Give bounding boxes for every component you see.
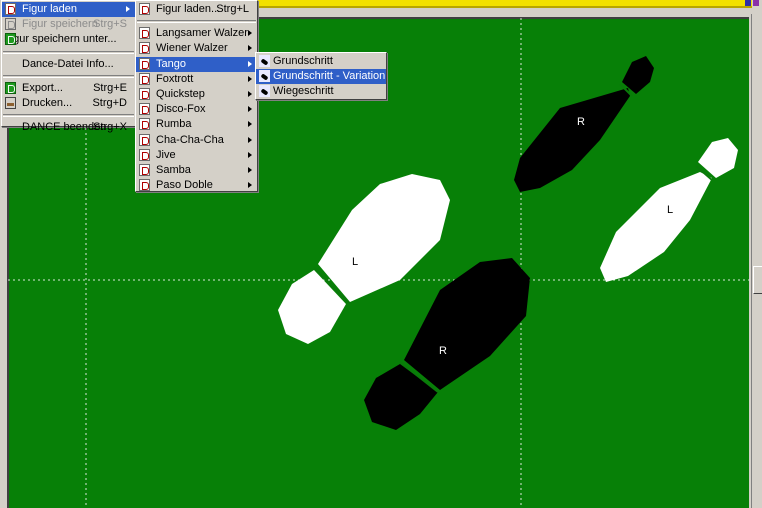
menu-item-label: Foxtrott bbox=[156, 72, 194, 85]
menu-item-jive[interactable]: Jive bbox=[136, 148, 257, 163]
menu-separator bbox=[3, 50, 134, 54]
submenu-arrow-icon bbox=[126, 6, 130, 12]
dance-folder-icon bbox=[139, 72, 150, 85]
save-as-icon bbox=[5, 33, 16, 46]
menu-item-label: Grundschritt - Variation bbox=[273, 70, 386, 83]
menu-separator bbox=[137, 20, 256, 24]
menu-item-label: Tango bbox=[156, 57, 186, 70]
submenu-arrow-icon bbox=[248, 182, 252, 189]
submenu-arrow-icon bbox=[248, 45, 252, 52]
dance-folder-icon bbox=[139, 42, 150, 55]
submenu-arrow-icon bbox=[248, 106, 252, 113]
dance-folder-icon bbox=[139, 87, 150, 100]
shoe-icon bbox=[259, 70, 270, 83]
menu-item-label: Paso Doble bbox=[156, 179, 213, 192]
menu-item-label: Export... bbox=[22, 81, 63, 94]
menu-item-figur-speichern[interactable]: Figur speichern Strg+S bbox=[2, 17, 135, 32]
menu-item-label: Dance-Datei Info... bbox=[22, 57, 114, 70]
menu-item-tango[interactable]: Tango bbox=[136, 56, 257, 72]
menu-item-foxtrott[interactable]: Foxtrott bbox=[136, 72, 257, 87]
folder-open-icon bbox=[5, 3, 16, 15]
save-icon bbox=[5, 18, 16, 31]
menu-item-shortcut: Strg+X bbox=[93, 121, 127, 134]
export-icon bbox=[5, 81, 16, 94]
menu-item-grundschritt[interactable]: Grundschritt bbox=[256, 54, 386, 69]
footprint-label: R bbox=[439, 345, 447, 357]
menu-item-label: Drucken... bbox=[22, 96, 73, 109]
menu-item-label: Langsamer Walzer bbox=[156, 27, 248, 40]
submenu-arrow-icon bbox=[248, 151, 252, 158]
submenu-arrow-icon bbox=[248, 75, 252, 82]
menu-item-label: Wiegeschritt bbox=[273, 85, 334, 98]
menu-item-export[interactable]: Export... Strg+E bbox=[2, 81, 135, 96]
figur-laden-submenu: Figur laden... Strg+L Langsamer Walzer W… bbox=[135, 0, 258, 192]
dance-folder-icon bbox=[139, 27, 150, 40]
submenu-arrow-icon bbox=[248, 121, 252, 128]
menu-separator bbox=[3, 114, 134, 118]
menu-item-wiener-walzer[interactable]: Wiener Walzer bbox=[136, 41, 257, 56]
footprint-label: R bbox=[577, 116, 585, 128]
menu-item-label: Samba bbox=[156, 163, 191, 176]
submenu-arrow-icon bbox=[248, 166, 252, 173]
menu-item-paso-doble[interactable]: Paso Doble bbox=[136, 178, 257, 193]
menu-item-figur-speichern-unter[interactable]: Figur speichern unter... bbox=[2, 32, 135, 47]
menu-item-label: Figur speichern bbox=[22, 18, 98, 31]
menu-item-dance-datei-info[interactable]: Dance-Datei Info... bbox=[2, 57, 135, 72]
submenu-arrow-icon bbox=[248, 136, 252, 143]
menu-item-label: Quickstep bbox=[156, 87, 205, 100]
footprint-label: L bbox=[667, 204, 674, 216]
menu-item-label: Disco-Fox bbox=[156, 103, 206, 116]
folder-open-icon bbox=[139, 3, 150, 15]
menu-item-label: Cha-Cha-Cha bbox=[156, 133, 224, 146]
menu-item-samba[interactable]: Samba bbox=[136, 163, 257, 178]
menu-item-quickstep[interactable]: Quickstep bbox=[136, 87, 257, 102]
dance-folder-icon bbox=[139, 118, 150, 131]
dance-folder-icon bbox=[139, 133, 150, 146]
menu-item-label: Jive bbox=[156, 148, 176, 161]
menu-item-dance-beenden[interactable]: DANCE beenden Strg+X bbox=[2, 120, 135, 135]
dance-folder-icon bbox=[139, 179, 150, 192]
menu-item-rumba[interactable]: Rumba bbox=[136, 117, 257, 132]
menu-item-shortcut: Strg+L bbox=[216, 3, 249, 15]
menu-item-langsamer-walzer[interactable]: Langsamer Walzer bbox=[136, 26, 257, 41]
menu-item-grundschritt-variation[interactable]: Grundschritt - Variation bbox=[256, 69, 386, 85]
menu-item-drucken[interactable]: Drucken... Strg+D bbox=[2, 96, 135, 111]
menu-item-label: Figur laden... bbox=[156, 3, 221, 15]
menu-item-label: Figur speichern unter... bbox=[4, 33, 117, 46]
menu-separator bbox=[3, 74, 134, 78]
file-menu: Figur laden Figur speichern Strg+S Figur… bbox=[1, 0, 136, 133]
menu-item-label: Figur laden bbox=[22, 3, 78, 15]
print-icon bbox=[5, 96, 16, 109]
dance-folder-icon bbox=[139, 163, 150, 176]
menu-item-shortcut: Strg+S bbox=[93, 18, 127, 31]
menu-item-wiegeschritt[interactable]: Wiegeschritt bbox=[256, 84, 386, 99]
shoe-icon bbox=[259, 85, 270, 98]
submenu-arrow-icon bbox=[248, 60, 252, 67]
submenu-arrow-icon bbox=[248, 90, 252, 97]
footprint-white-left-2 bbox=[278, 174, 450, 344]
dance-folder-icon bbox=[139, 148, 150, 161]
menu-item-label: Rumba bbox=[156, 118, 192, 131]
menu-item-shortcut: Strg+D bbox=[92, 96, 127, 109]
dance-folder-icon bbox=[139, 103, 150, 116]
dance-folder-icon bbox=[139, 57, 150, 70]
shoe-icon bbox=[259, 55, 270, 67]
menu-item-disco-fox[interactable]: Disco-Fox bbox=[136, 102, 257, 117]
tango-submenu: Grundschritt Grundschritt - Variation Wi… bbox=[255, 52, 387, 100]
menu-item-figur-laden-dialog[interactable]: Figur laden... Strg+L bbox=[136, 2, 257, 17]
menu-item-shortcut: Strg+E bbox=[93, 81, 127, 94]
menu-item-figur-laden[interactable]: Figur laden bbox=[2, 2, 135, 18]
menu-item-label: Grundschritt bbox=[273, 55, 333, 67]
footprint-label: L bbox=[352, 256, 359, 268]
submenu-arrow-icon bbox=[248, 30, 252, 37]
menu-item-label: Wiener Walzer bbox=[156, 42, 228, 55]
menu-item-cha-cha-cha[interactable]: Cha-Cha-Cha bbox=[136, 133, 257, 148]
